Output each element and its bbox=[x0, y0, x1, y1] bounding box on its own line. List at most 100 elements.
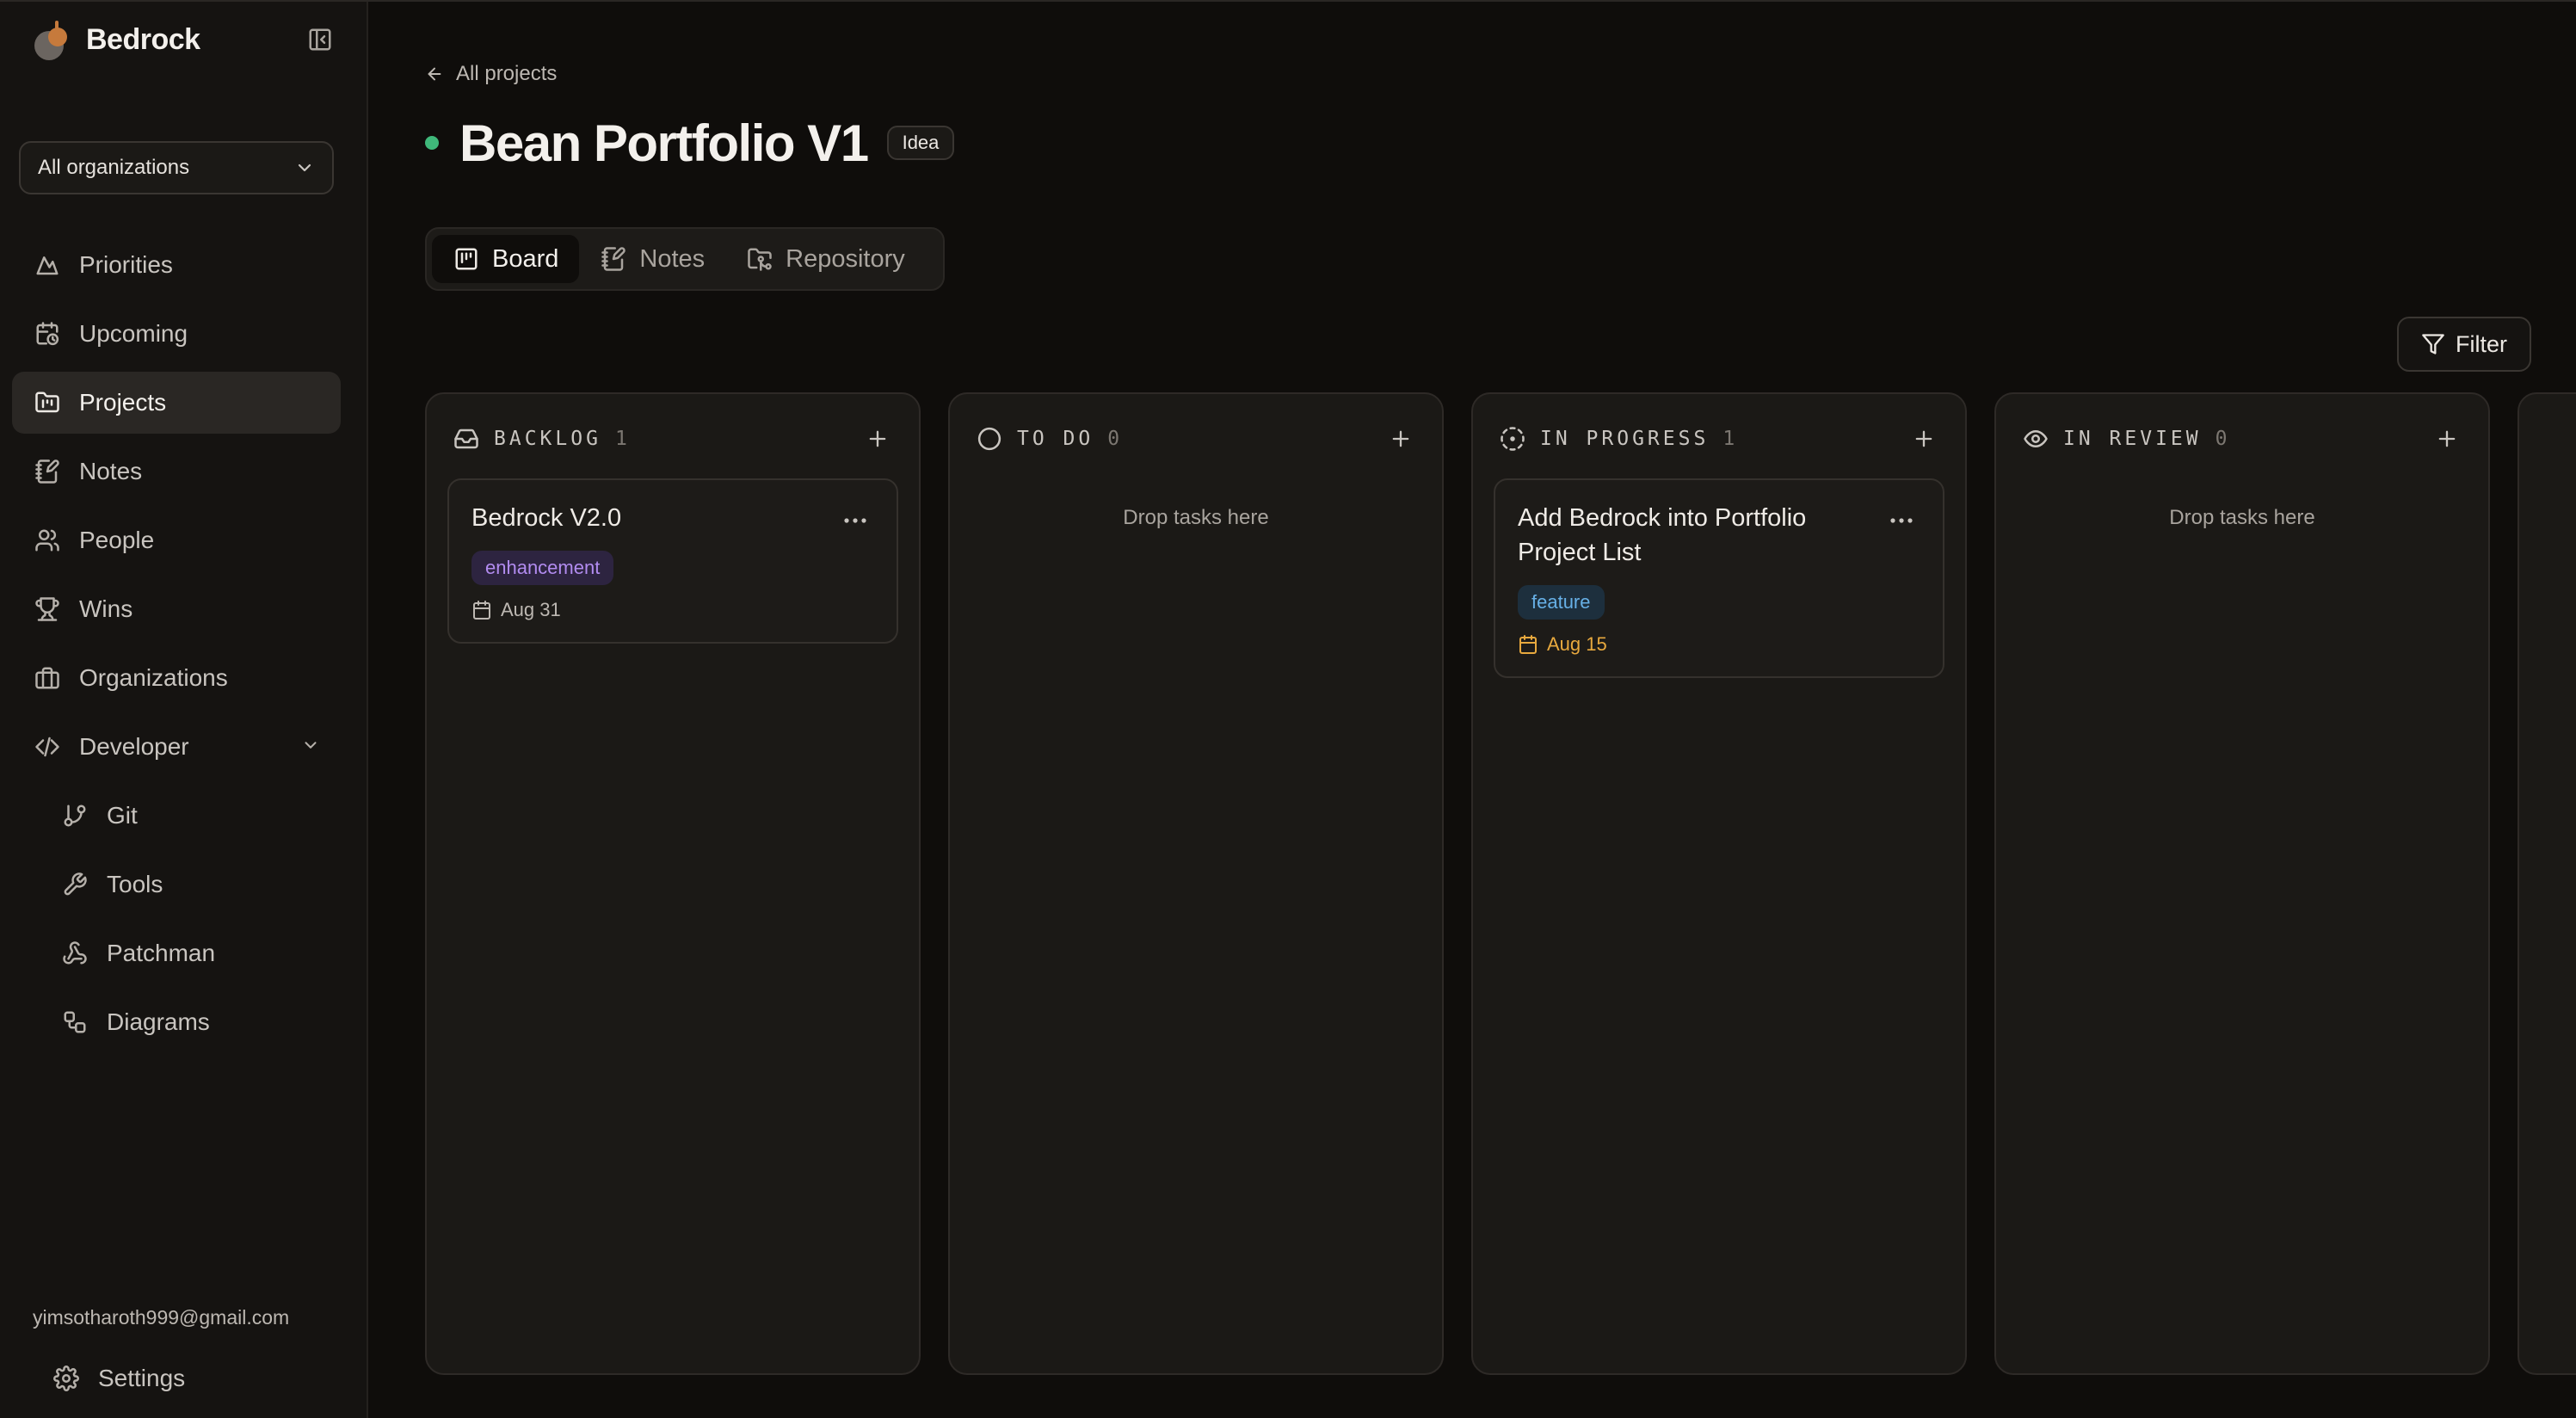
column-title: IN PROGRESS bbox=[1540, 428, 1710, 450]
column-in-review: IN REVIEW 0 Drop tasks here bbox=[1994, 392, 2490, 1375]
sidebar-item-upcoming[interactable]: Upcoming bbox=[12, 303, 341, 365]
sidebar-item-label: People bbox=[79, 527, 155, 553]
add-task-button[interactable] bbox=[862, 423, 893, 454]
column-title: TO DO bbox=[1017, 428, 1094, 450]
brand[interactable]: Bedrock bbox=[19, 2, 348, 77]
sidebar-item-people[interactable]: People bbox=[12, 509, 341, 571]
trophy-icon bbox=[33, 595, 62, 624]
app-shell: Bedrock All organizations Priorities Upc… bbox=[0, 0, 2576, 1418]
calendar-icon bbox=[1518, 633, 1540, 656]
calendar-icon bbox=[471, 599, 494, 621]
sidebar-item-label: Tools bbox=[107, 871, 163, 897]
column-in-progress: IN PROGRESS 1 Add Bedrock into Portfolio… bbox=[1471, 392, 1967, 1375]
column-count: 0 bbox=[1107, 428, 1120, 450]
sidebar-collapse-button[interactable] bbox=[305, 24, 336, 55]
task-due-label: Aug 31 bbox=[501, 599, 561, 620]
notebook-pen-icon bbox=[33, 457, 62, 486]
sidebar-item-developer[interactable]: Developer bbox=[12, 716, 341, 778]
column-backlog: BACKLOG 1 Bedrock V2.0 enhancement Aug 3… bbox=[425, 392, 921, 1375]
drop-zone-hint[interactable]: Drop tasks here bbox=[1996, 506, 2488, 530]
code-icon bbox=[33, 732, 62, 761]
column-header: BACKLOG 1 bbox=[453, 422, 893, 456]
webhook-icon bbox=[60, 939, 89, 968]
arrow-left-icon bbox=[425, 63, 447, 85]
task-due-date: Aug 15 bbox=[1518, 633, 1920, 656]
more-horizontal-icon bbox=[1890, 518, 1913, 523]
sidebar-item-patchman[interactable]: Patchman bbox=[12, 922, 341, 984]
folder-kanban-icon bbox=[33, 388, 62, 417]
column-count: 0 bbox=[2215, 428, 2228, 450]
organization-select[interactable]: All organizations bbox=[19, 141, 334, 194]
column-header: TO DO 0 bbox=[976, 422, 1416, 456]
chevron-down-icon bbox=[301, 733, 320, 761]
sidebar-item-label: Git bbox=[107, 802, 138, 829]
add-task-button[interactable] bbox=[1385, 423, 1416, 454]
page-title: Bean Portfolio V1 bbox=[459, 114, 869, 172]
drop-zone-hint[interactable]: Drop tasks here bbox=[950, 506, 1442, 530]
sidebar: Bedrock All organizations Priorities Upc… bbox=[0, 2, 368, 1418]
sidebar-item-label: Organizations bbox=[79, 664, 228, 691]
sidebar-item-git[interactable]: Git bbox=[12, 785, 341, 847]
inbox-icon bbox=[453, 425, 480, 453]
tab-label: Repository bbox=[786, 244, 905, 273]
sidebar-nav: Priorities Upcoming Projects Notes Peopl… bbox=[12, 234, 341, 1060]
tab-repository[interactable]: Repository bbox=[725, 235, 926, 283]
sidebar-item-tools[interactable]: Tools bbox=[12, 854, 341, 916]
task-tag: feature bbox=[1518, 585, 1605, 620]
user-email: yimsotharoth999@gmail.com bbox=[33, 1306, 290, 1329]
column-header: IN PROGRESS 1 bbox=[1499, 422, 1939, 456]
column-todo: TO DO 0 Drop tasks here bbox=[948, 392, 1444, 1375]
mountain-icon bbox=[33, 250, 62, 280]
notebook-pen-icon bbox=[600, 245, 627, 273]
organization-select-value: All organizations bbox=[38, 156, 190, 179]
git-branch-icon bbox=[60, 801, 89, 830]
main-content: All projects Bean Portfolio V1 Idea Boar… bbox=[368, 2, 2576, 1418]
task-title: Add Bedrock into Portfolio Project List bbox=[1518, 504, 1807, 566]
task-menu-button[interactable] bbox=[1886, 515, 1917, 527]
building-icon bbox=[33, 663, 62, 693]
tab-label: Board bbox=[492, 244, 559, 273]
column-header: IN REVIEW 0 bbox=[2022, 422, 2462, 456]
circle-dashed-icon bbox=[1499, 425, 1526, 453]
column-title: BACKLOG bbox=[494, 428, 601, 450]
sidebar-item-label: Patchman bbox=[107, 940, 216, 966]
sidebar-item-label: Notes bbox=[79, 458, 143, 484]
sidebar-item-label: Wins bbox=[79, 595, 133, 622]
tab-notes[interactable]: Notes bbox=[579, 235, 725, 283]
task-menu-button[interactable] bbox=[840, 515, 871, 527]
task-due-label: Aug 15 bbox=[1547, 633, 1607, 655]
sidebar-item-label: Diagrams bbox=[107, 1008, 210, 1035]
plus-icon bbox=[869, 430, 886, 447]
sidebar-item-organizations[interactable]: Organizations bbox=[12, 647, 341, 709]
chevron-down-icon bbox=[298, 163, 311, 172]
add-task-button[interactable] bbox=[2431, 423, 2462, 454]
sidebar-item-label: Projects bbox=[79, 389, 167, 416]
sidebar-item-notes[interactable]: Notes bbox=[12, 441, 341, 502]
filter-label: Filter bbox=[2456, 330, 2507, 357]
back-link-label: All projects bbox=[456, 62, 558, 85]
plus-icon bbox=[2438, 430, 2456, 447]
kanban-board: BACKLOG 1 Bedrock V2.0 enhancement Aug 3… bbox=[425, 392, 2576, 1375]
tab-board[interactable]: Board bbox=[432, 235, 580, 283]
sidebar-item-wins[interactable]: Wins bbox=[12, 578, 341, 640]
calendar-clock-icon bbox=[33, 319, 62, 348]
plus-icon bbox=[1915, 430, 1932, 447]
sidebar-item-priorities[interactable]: Priorities bbox=[12, 234, 341, 296]
sidebar-item-diagrams[interactable]: Diagrams bbox=[12, 991, 341, 1053]
task-due-date: Aug 31 bbox=[471, 599, 874, 621]
settings-button[interactable]: Settings bbox=[31, 1351, 206, 1406]
task-card[interactable]: Add Bedrock into Portfolio Project List … bbox=[1494, 478, 1944, 678]
column-count: 1 bbox=[1722, 428, 1735, 450]
task-card[interactable]: Bedrock V2.0 enhancement Aug 31 bbox=[447, 478, 898, 644]
workflow-icon bbox=[60, 1008, 89, 1037]
filter-button[interactable]: Filter bbox=[2397, 317, 2531, 372]
users-icon bbox=[33, 526, 62, 555]
tab-label: Notes bbox=[639, 244, 706, 273]
add-task-button[interactable] bbox=[1908, 423, 1939, 454]
project-status-dot bbox=[425, 136, 439, 150]
sidebar-item-projects[interactable]: Projects bbox=[12, 372, 341, 434]
wrench-icon bbox=[60, 870, 89, 899]
status-badge[interactable]: Idea bbox=[886, 126, 955, 160]
back-to-projects-link[interactable]: All projects bbox=[425, 62, 557, 86]
panel-left-close-icon bbox=[309, 28, 331, 51]
